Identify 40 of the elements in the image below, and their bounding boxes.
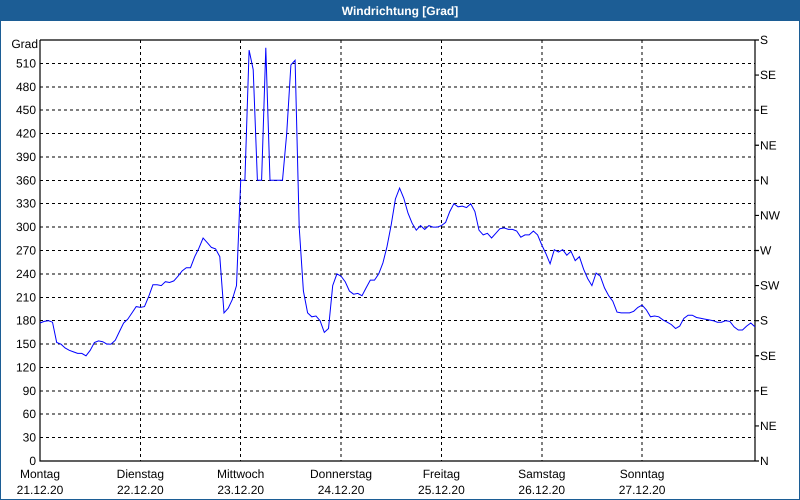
right-axis-label: NE	[760, 138, 777, 152]
right-axis-label: SE	[760, 348, 776, 363]
y-axis-tick-label: 360	[16, 173, 36, 188]
right-axis-label: E	[760, 384, 768, 398]
y-axis-tick-label: 210	[16, 290, 36, 304]
y-axis-tick-label: 0	[29, 454, 36, 468]
x-axis-tick-label: Montag 21.12.20	[16, 467, 64, 497]
window-title: Windrichtung [Grad]	[342, 4, 458, 18]
x-axis-tick-label: Mittwoch 23.12.20	[217, 467, 264, 497]
y-axis-tick-label: 240	[16, 266, 36, 281]
y-axis-tick-label: 480	[16, 80, 36, 94]
right-axis-label: W	[760, 244, 772, 258]
right-axis-label: NW	[760, 208, 780, 222]
y-axis-tick-label: 150	[16, 337, 36, 352]
right-axis-label: SW	[760, 278, 780, 293]
right-axis-label: NE	[760, 418, 777, 433]
right-axis-label: S	[760, 314, 768, 328]
right-axis-label: E	[760, 103, 768, 118]
y-axis-tick-label: 330	[16, 196, 36, 211]
y-axis-tick-label: 390	[16, 150, 36, 164]
x-axis-tick-label: Dienstag 22.12.20	[116, 467, 164, 497]
right-axis-label: S	[760, 33, 768, 47]
y-axis-tick-label: 450	[16, 103, 36, 118]
y-axis-title: Grad	[11, 37, 38, 51]
y-axis-tick-label: 300	[16, 220, 36, 234]
y-axis-tick-label: 270	[16, 244, 36, 258]
y-axis-tick-label: 510	[16, 56, 36, 70]
y-axis-tick-label: 120	[16, 360, 36, 374]
x-axis-tick-label: Freitag 25.12.20	[418, 467, 465, 497]
right-axis-label: N	[760, 454, 769, 468]
y-axis-tick-label: 420	[16, 126, 36, 141]
x-axis-tick-label: Sonntag 27.12.20	[618, 467, 666, 497]
right-axis-label: N	[760, 173, 769, 188]
y-axis-tick-label: 180	[16, 314, 36, 328]
y-axis-tick-label: 30	[22, 430, 36, 445]
y-axis-tick-label: 90	[22, 384, 36, 398]
x-axis-tick-label: Samstag 26.12.20	[518, 467, 566, 497]
y-axis-tick-label: 60	[22, 407, 36, 422]
right-axis-label: SE	[760, 68, 776, 82]
x-axis-tick-label: Donnerstag 24.12.20	[310, 467, 372, 497]
